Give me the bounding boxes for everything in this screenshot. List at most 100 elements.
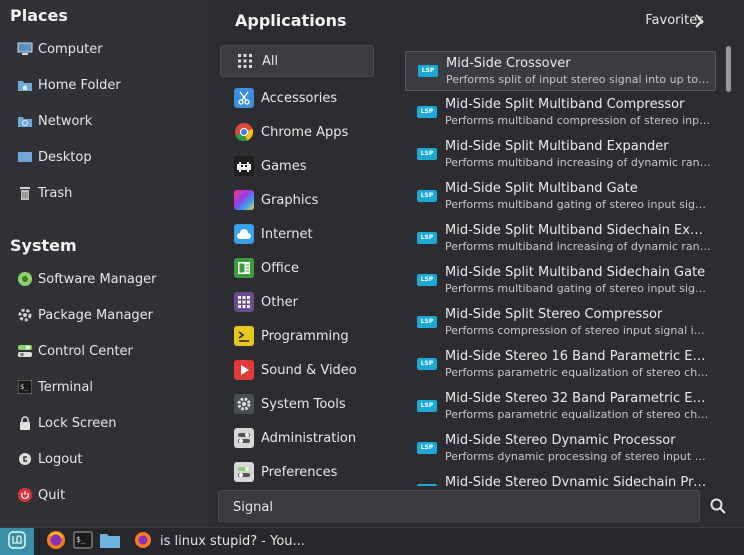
result-name: Mid-Side Split Multiband Gate [445,181,638,196]
system-item-terminal[interactable]: $_ Terminal [0,371,208,403]
category-administration[interactable]: Administration [220,422,372,454]
lsp-plugin-icon: LSP [417,190,437,202]
category-label: Preferences [261,464,338,480]
result-item[interactable]: LSP Mid-Side Stereo 32 Band Parametric E… [405,387,714,425]
result-item[interactable]: LSP Mid-Side Stereo Dynamic Sidechain Pr… [405,471,714,486]
result-description: Performs compression of stereo input sig… [445,324,711,337]
result-name: Mid-Side Split Stereo Compressor [445,307,663,322]
category-all[interactable]: All [220,45,374,77]
search-input[interactable] [231,497,675,517]
menu-button[interactable] [0,528,34,555]
lsp-plugin-icon: LSP [417,484,437,486]
category-preferences[interactable]: Preferences [220,456,372,488]
result-item[interactable]: LSP Mid-Side Split Multiband Sidechain G… [405,261,714,299]
result-item[interactable]: LSP Mid-Side Stereo Dynamic Processor Pe… [405,429,714,467]
lsp-plugin-icon: LSP [417,358,437,370]
mint-logo-icon [8,530,26,553]
results-scrollbar[interactable] [726,46,731,92]
category-label: Internet [261,226,313,242]
category-sound-video[interactable]: Sound & Video [220,354,372,386]
category-graphics[interactable]: Graphics [220,184,372,216]
network-icon [17,113,33,129]
office-icon [234,258,254,278]
places-item-desktop[interactable]: Desktop [0,141,208,173]
svg-text:$_: $_ [76,535,86,544]
lsp-plugin-icon: LSP [417,106,437,118]
result-description: Performs parametric equalization of ster… [445,408,711,421]
lsp-plugin-icon: LSP [417,148,437,160]
category-label: Other [261,294,298,310]
result-item[interactable]: LSP Mid-Side Split Multiband Sidechain E… [405,219,714,257]
category-internet[interactable]: Internet [220,218,372,250]
category-chrome-apps[interactable]: Chrome Apps [220,116,372,148]
grid-icon [235,51,255,71]
system-item-label: Package Manager [38,307,154,323]
system-item-label: Terminal [38,379,93,395]
system-item-software-manager[interactable]: Software Manager [0,263,208,295]
gamepad-icon [234,156,254,176]
places-item-trash[interactable]: Trash [0,177,208,209]
firefox-icon [134,531,152,553]
gear-icon [234,394,254,414]
logout-icon [17,451,33,467]
cloud-icon [234,224,254,244]
firefox-launcher[interactable] [44,530,68,554]
files-launcher[interactable] [98,530,122,554]
category-other[interactable]: Other [220,286,372,318]
result-item[interactable]: LSP Mid-Side Crossover Performs split of… [405,51,716,91]
system-item-logout[interactable]: Logout [0,443,208,475]
result-item[interactable]: LSP Mid-Side Split Multiband Expander Pe… [405,135,714,173]
result-name: Mid-Side Stereo 16 Band Parametric Equa.… [445,349,711,364]
system-item-label: Logout [38,451,83,467]
category-games[interactable]: Games [220,150,372,182]
result-name: Mid-Side Split Multiband Sidechain Expan… [445,223,711,238]
search-field[interactable] [218,490,700,522]
apps-grid-icon [234,292,254,312]
category-programming[interactable]: Programming [220,320,372,352]
lsp-plugin-icon: LSP [418,65,438,77]
places-item-home-folder[interactable]: Home Folder [0,69,208,101]
search-icon[interactable] [704,492,732,520]
result-description: Performs parametric equalization of ster… [445,366,711,379]
palette-icon [234,190,254,210]
result-description: Performs multiband increasing of dynamic… [445,156,711,169]
home-folder-icon [17,77,33,93]
places-title: Places [10,6,68,25]
system-item-quit[interactable]: Quit [0,479,208,511]
terminal-icon: $_ [73,530,93,554]
desktop-icon [17,149,33,165]
lsp-plugin-icon: LSP [417,442,437,454]
firefox-window-button[interactable] [131,530,155,554]
result-description: Performs multiband increasing of dynamic… [445,240,711,253]
category-label: Programming [261,328,349,344]
result-item[interactable]: LSP Mid-Side Split Multiband Compressor … [405,93,714,131]
category-office[interactable]: Office [220,252,372,284]
category-accessories[interactable]: Accessories [220,82,372,114]
result-description: Performs multiband gating of stereo inpu… [445,198,711,211]
places-item-computer[interactable]: Computer [0,33,208,65]
sidebar: Places Computer Home Folder Network Desk… [0,0,208,527]
places-item-label: Trash [38,185,73,201]
results-list[interactable]: LSP Mid-Side Crossover Performs split of… [393,46,729,486]
result-description: Performs dynamic processing of stereo in… [445,450,711,463]
category-label: Accessories [261,90,338,106]
result-item[interactable]: LSP Mid-Side Stereo 16 Band Parametric E… [405,345,714,383]
result-item[interactable]: LSP Mid-Side Split Multiband Gate Perfor… [405,177,714,215]
system-item-control-center[interactable]: Control Center [0,335,208,367]
category-label: Games [261,158,307,174]
chevron-right-icon[interactable] [691,12,707,30]
category-label: All [262,53,279,69]
result-name: Mid-Side Stereo 32 Band Parametric Equa.… [445,391,711,406]
applications-panel: Applications Favorites All Accessories C… [208,0,744,527]
result-name: Mid-Side Stereo Dynamic Sidechain Proce.… [445,475,711,486]
result-item[interactable]: LSP Mid-Side Split Stereo Compressor Per… [405,303,714,341]
category-system-tools[interactable]: System Tools [220,388,372,420]
system-item-label: Quit [38,487,66,503]
system-item-package-manager[interactable]: Package Manager [0,299,208,331]
code-icon [234,326,254,346]
places-item-label: Computer [38,41,103,57]
places-item-network[interactable]: Network [0,105,208,137]
system-item-lock-screen[interactable]: Lock Screen [0,407,208,439]
window-title[interactable]: is linux stupid? - You... [160,534,305,549]
terminal-launcher[interactable]: $_ [71,530,95,554]
